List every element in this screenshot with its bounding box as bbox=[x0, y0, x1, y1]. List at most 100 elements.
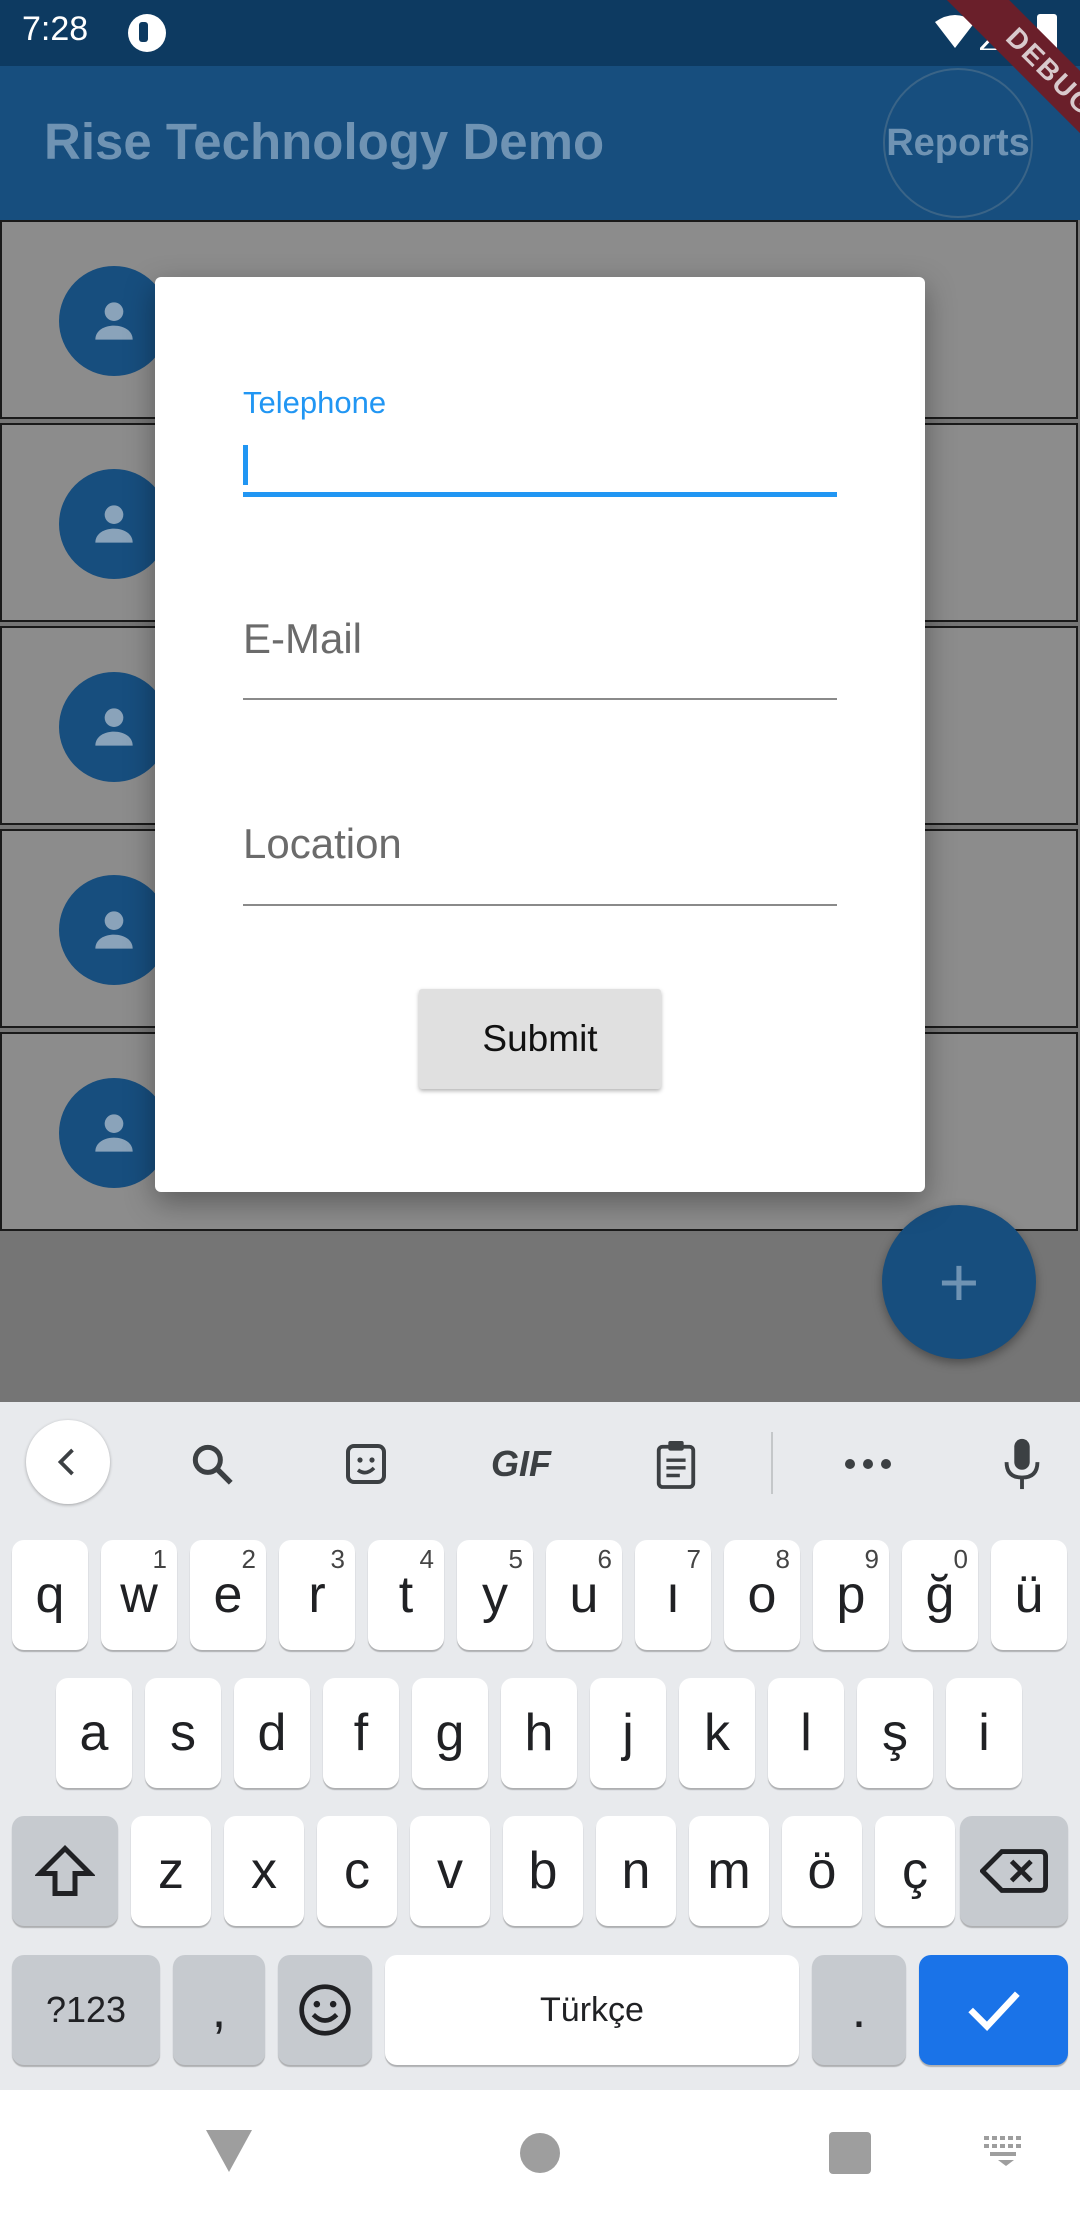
key-label: . bbox=[851, 1981, 867, 2039]
text-cursor bbox=[243, 445, 248, 485]
clipboard-icon[interactable] bbox=[644, 1422, 708, 1506]
key-g[interactable]: g bbox=[412, 1678, 488, 1788]
key-s[interactable]: s bbox=[145, 1678, 221, 1788]
backspace-key[interactable] bbox=[960, 1816, 1068, 1926]
home-circle-icon[interactable] bbox=[519, 2132, 561, 2174]
key-hint: 4 bbox=[419, 1544, 434, 1574]
key-c-cedilla[interactable]: ç bbox=[875, 1816, 955, 1926]
key-hint: 1 bbox=[152, 1544, 167, 1574]
notification-app-icon bbox=[128, 14, 166, 52]
telephone-field[interactable]: Telephone bbox=[243, 385, 837, 497]
toolbar-divider bbox=[771, 1432, 773, 1494]
key-k[interactable]: k bbox=[679, 1678, 755, 1788]
key-label: m bbox=[707, 1842, 751, 1900]
enter-key[interactable] bbox=[919, 1955, 1068, 2065]
person-icon bbox=[59, 672, 169, 782]
key-e[interactable]: e2 bbox=[190, 1540, 266, 1650]
sticker-icon[interactable] bbox=[334, 1422, 398, 1506]
email-field[interactable]: E-Mail bbox=[243, 615, 837, 705]
key-c[interactable]: c bbox=[317, 1816, 397, 1926]
comma-key[interactable]: , bbox=[173, 1955, 265, 2065]
location-field[interactable]: Location bbox=[243, 820, 837, 910]
key-dotless-i[interactable]: ı7 bbox=[635, 1540, 711, 1650]
key-z[interactable]: z bbox=[131, 1816, 211, 1926]
key-o[interactable]: o8 bbox=[724, 1540, 800, 1650]
emoji-icon bbox=[299, 1984, 351, 2036]
key-label: g bbox=[435, 1704, 465, 1762]
key-f[interactable]: f bbox=[323, 1678, 399, 1788]
key-label: k bbox=[704, 1704, 730, 1762]
key-label: ?123 bbox=[45, 1989, 127, 2030]
key-label: u bbox=[569, 1566, 599, 1624]
more-icon[interactable] bbox=[836, 1422, 900, 1506]
status-time: 7:28 bbox=[22, 10, 89, 48]
key-x[interactable]: x bbox=[224, 1816, 304, 1926]
mic-icon[interactable] bbox=[990, 1422, 1054, 1506]
person-icon bbox=[59, 875, 169, 985]
email-label: E-Mail bbox=[243, 615, 363, 662]
emoji-key[interactable] bbox=[278, 1955, 372, 2065]
key-j[interactable]: j bbox=[590, 1678, 666, 1788]
key-label: f bbox=[353, 1704, 369, 1762]
backspace-icon bbox=[980, 1849, 1048, 1893]
key-s-cedilla[interactable]: ş bbox=[857, 1678, 933, 1788]
key-label: j bbox=[622, 1704, 634, 1762]
key-label: a bbox=[79, 1704, 109, 1762]
key-label: ç bbox=[902, 1842, 928, 1900]
key-t[interactable]: t4 bbox=[368, 1540, 444, 1650]
key-label: z bbox=[158, 1842, 184, 1900]
key-p[interactable]: p9 bbox=[813, 1540, 889, 1650]
period-key[interactable]: . bbox=[812, 1955, 906, 2065]
key-label: y bbox=[482, 1566, 508, 1624]
key-u-umlaut[interactable]: ü bbox=[991, 1540, 1067, 1650]
key-u[interactable]: u6 bbox=[546, 1540, 622, 1650]
key-y[interactable]: y5 bbox=[457, 1540, 533, 1650]
key-m[interactable]: m bbox=[689, 1816, 769, 1926]
key-i[interactable]: i bbox=[946, 1678, 1022, 1788]
search-icon[interactable] bbox=[180, 1422, 244, 1506]
key-l[interactable]: l bbox=[768, 1678, 844, 1788]
keyboard-switch-icon[interactable] bbox=[984, 2136, 1028, 2166]
location-underline bbox=[243, 904, 837, 906]
key-d[interactable]: d bbox=[234, 1678, 310, 1788]
key-o-umlaut[interactable]: ö bbox=[782, 1816, 862, 1926]
shift-key[interactable] bbox=[12, 1816, 118, 1926]
soft-keyboard: GIF q w1 e2 r3 t4 y5 u6 ı7 o8 p9 ğ0 ü a … bbox=[0, 1402, 1080, 2090]
plus-icon: + bbox=[938, 1243, 980, 1321]
key-b[interactable]: b bbox=[503, 1816, 583, 1926]
key-label: o bbox=[747, 1566, 777, 1624]
reports-button[interactable]: Reports bbox=[883, 68, 1033, 218]
key-label: r bbox=[308, 1566, 326, 1624]
add-fab-button[interactable]: + bbox=[882, 1205, 1036, 1359]
key-g-breve[interactable]: ğ0 bbox=[902, 1540, 978, 1650]
key-w[interactable]: w1 bbox=[101, 1540, 177, 1650]
gif-button[interactable]: GIF bbox=[476, 1422, 566, 1506]
key-a[interactable]: a bbox=[56, 1678, 132, 1788]
key-hint: 8 bbox=[775, 1544, 790, 1574]
key-n[interactable]: n bbox=[596, 1816, 676, 1926]
key-r[interactable]: r3 bbox=[279, 1540, 355, 1650]
key-h[interactable]: h bbox=[501, 1678, 577, 1788]
key-v[interactable]: v bbox=[410, 1816, 490, 1926]
back-triangle-icon[interactable] bbox=[206, 2130, 252, 2172]
symbols-key[interactable]: ?123 bbox=[12, 1955, 160, 2065]
key-label: x bbox=[251, 1842, 277, 1900]
key-label: n bbox=[621, 1842, 651, 1900]
key-hint: 3 bbox=[330, 1544, 345, 1574]
key-label: Türkçe bbox=[540, 1990, 644, 2029]
key-label: b bbox=[528, 1842, 558, 1900]
key-label: ü bbox=[1014, 1566, 1044, 1624]
key-label: d bbox=[257, 1704, 287, 1762]
key-hint: 6 bbox=[597, 1544, 612, 1574]
space-key[interactable]: Türkçe bbox=[385, 1955, 799, 2065]
key-hint: 2 bbox=[241, 1544, 256, 1574]
submit-button[interactable]: Submit bbox=[419, 989, 661, 1089]
key-label: ı bbox=[665, 1566, 681, 1624]
key-label: l bbox=[800, 1704, 812, 1762]
app-title: Rise Technology Demo bbox=[44, 113, 605, 170]
recents-square-icon[interactable] bbox=[829, 2132, 871, 2174]
back-icon[interactable] bbox=[26, 1420, 110, 1504]
key-hint: 7 bbox=[686, 1544, 701, 1574]
key-label: , bbox=[211, 1981, 227, 2039]
key-q[interactable]: q bbox=[12, 1540, 88, 1650]
